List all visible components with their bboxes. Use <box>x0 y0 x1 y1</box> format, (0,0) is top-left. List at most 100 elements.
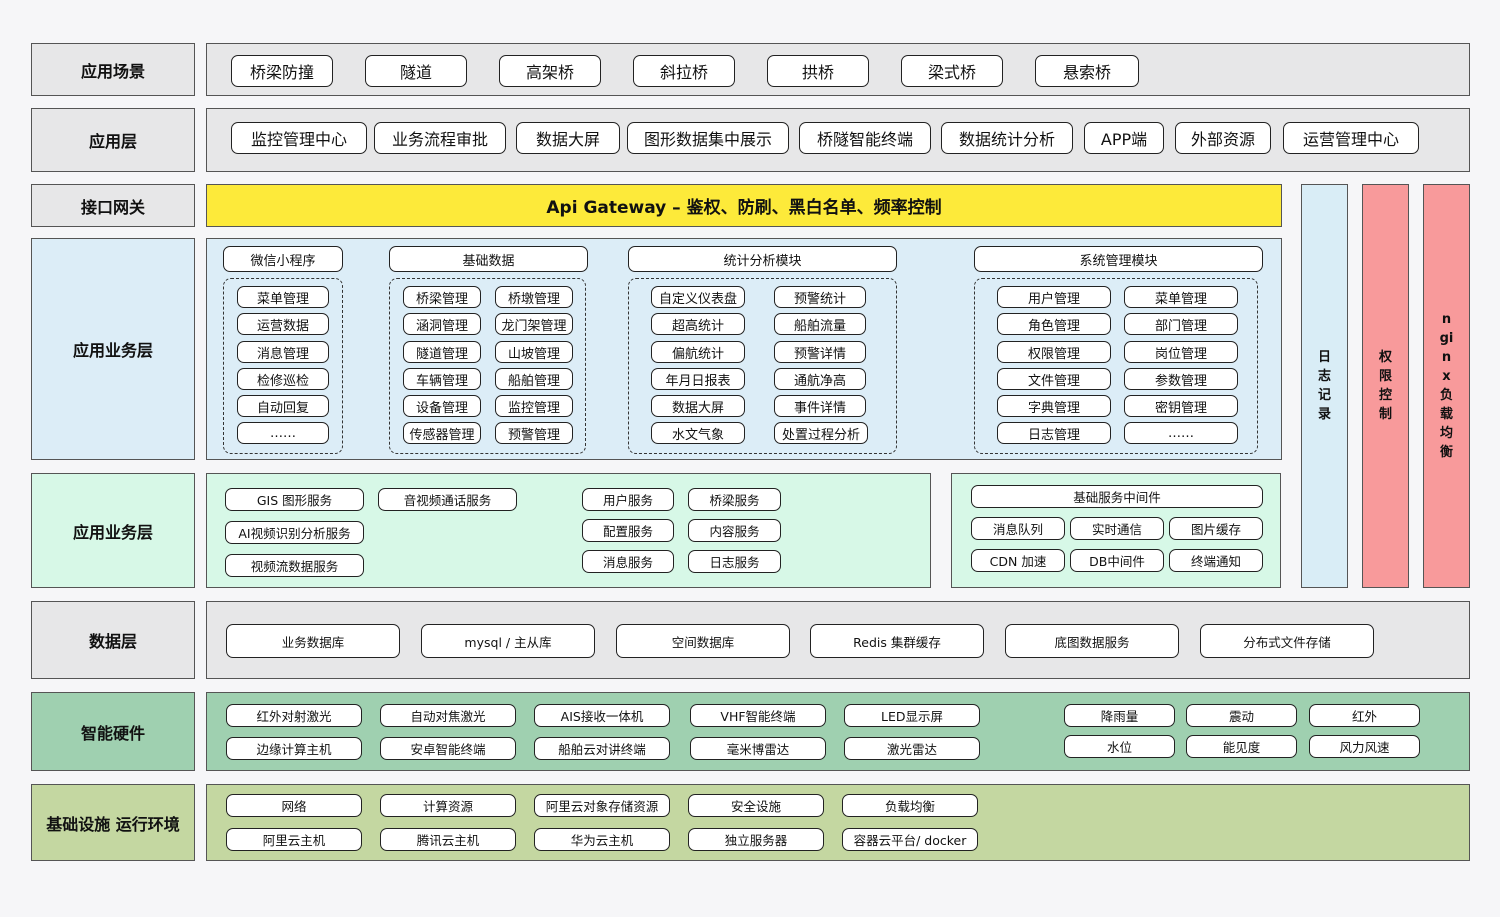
statistics-item: 预警详情 <box>774 341 866 363</box>
row-label-hardware: 智能硬件 <box>31 692 195 771</box>
statistics-item: 通航净高 <box>774 368 866 390</box>
data-item: 业务数据库 <box>226 624 400 658</box>
app-item: 运营管理中心 <box>1283 122 1419 154</box>
hardware-item: 震动 <box>1186 704 1297 727</box>
hardware-item: 水位 <box>1064 735 1175 758</box>
infra-item: 计算资源 <box>380 794 516 817</box>
hardware-item: 边缘计算主机 <box>226 737 362 760</box>
basic-data-item: 桥墩管理 <box>495 286 573 308</box>
basic-data-item: 涵洞管理 <box>403 313 481 335</box>
scenario-item: 隧道 <box>365 55 467 87</box>
infra-item: 独立服务器 <box>688 828 824 851</box>
hardware-item: 安卓智能终端 <box>380 737 516 760</box>
statistics-item: 超高统计 <box>651 313 745 335</box>
app-item: 监控管理中心 <box>231 122 367 154</box>
scenario-item: 梁式桥 <box>901 55 1003 87</box>
app-item: 图形数据集中展示 <box>627 122 789 154</box>
scenario-item: 悬索桥 <box>1035 55 1139 87</box>
hardware-item: 红外 <box>1309 704 1420 727</box>
basic-data-item: 隧道管理 <box>403 341 481 363</box>
app-item: 外部资源 <box>1175 122 1271 154</box>
service-item: 消息服务 <box>582 550 674 573</box>
system-item: 日志管理 <box>997 422 1111 444</box>
wechat-item: 检修巡检 <box>237 368 329 390</box>
hardware-item: AIS接收一体机 <box>534 704 670 727</box>
hardware-item: LED显示屏 <box>844 704 980 727</box>
row-label-data: 数据层 <box>31 601 195 679</box>
data-item: 底图数据服务 <box>1005 624 1179 658</box>
group-title-wechat: 微信小程序 <box>223 246 343 272</box>
infra-item: 阿里云主机 <box>226 828 362 851</box>
service-item: 用户服务 <box>582 488 674 511</box>
app-item: 数据统计分析 <box>941 122 1073 154</box>
side-nginx-label: nginx负载均衡 <box>1439 312 1454 460</box>
app-item: APP端 <box>1084 122 1164 154</box>
hardware-item: 毫米博雷达 <box>690 737 826 760</box>
statistics-item: 处置过程分析 <box>774 422 868 444</box>
hardware-item: 能见度 <box>1186 735 1297 758</box>
scenario-item: 桥梁防撞 <box>231 55 333 87</box>
middleware-item: 实时通信 <box>1070 517 1164 540</box>
middleware-item: 终端通知 <box>1169 549 1263 572</box>
system-item: 用户管理 <box>997 286 1111 308</box>
basic-data-item: 预警管理 <box>495 422 573 444</box>
system-item: 菜单管理 <box>1124 286 1238 308</box>
statistics-item: 年月日报表 <box>651 368 745 390</box>
gateway-banner: Api Gateway – 鉴权、防刷、黑白名单、频率控制 <box>206 184 1282 227</box>
basic-data-item: 龙门架管理 <box>495 313 573 335</box>
system-item: 角色管理 <box>997 313 1111 335</box>
hardware-item: VHF智能终端 <box>690 704 826 727</box>
group-title-statistics: 统计分析模块 <box>628 246 897 272</box>
hardware-item: 红外对射激光 <box>226 704 362 727</box>
hardware-item: 自动对焦激光 <box>380 704 516 727</box>
service-item: 桥梁服务 <box>688 488 781 511</box>
service-item: AI视频识别分析服务 <box>225 521 364 544</box>
scenario-item: 斜拉桥 <box>633 55 735 87</box>
data-item: 空间数据库 <box>616 624 790 658</box>
data-item: Redis 集群缓存 <box>810 624 984 658</box>
middleware-item: DB中间件 <box>1070 549 1164 572</box>
group-title-basic-data: 基础数据 <box>389 246 588 272</box>
wechat-item: 菜单管理 <box>237 286 329 308</box>
statistics-item: 偏航统计 <box>651 341 745 363</box>
app-item: 桥隧智能终端 <box>799 122 931 154</box>
basic-data-item: 传感器管理 <box>403 422 481 444</box>
basic-data-item: 山坡管理 <box>495 341 573 363</box>
statistics-item: 预警统计 <box>774 286 866 308</box>
row-label-app: 应用层 <box>31 108 195 172</box>
system-item: 字典管理 <box>997 395 1111 417</box>
middleware-item: 消息队列 <box>971 517 1065 540</box>
wechat-item: …… <box>237 422 329 444</box>
statistics-item: 自定义仪表盘 <box>651 286 745 308</box>
side-auth-label: 权限控制 <box>1378 350 1392 422</box>
wechat-item: 消息管理 <box>237 341 329 363</box>
middleware-item: 图片缓存 <box>1169 517 1263 540</box>
statistics-item: 水文气象 <box>651 422 745 444</box>
row-label-infra: 基础设施 运行环境 <box>31 784 195 861</box>
service-item: GIS 图形服务 <box>225 488 364 511</box>
middleware-item: CDN 加速 <box>971 549 1065 572</box>
system-item: 部门管理 <box>1124 313 1238 335</box>
row-label-gateway: 接口网关 <box>31 184 195 227</box>
infra-item: 安全设施 <box>688 794 824 817</box>
basic-data-item: 设备管理 <box>403 395 481 417</box>
basic-data-item: 监控管理 <box>495 395 573 417</box>
system-item: 参数管理 <box>1124 368 1238 390</box>
middleware-title: 基础服务中间件 <box>971 485 1263 508</box>
group-title-system: 系统管理模块 <box>974 246 1263 272</box>
app-item: 业务流程审批 <box>374 122 506 154</box>
data-item: mysql / 主从库 <box>421 624 595 658</box>
hardware-item: 激光雷达 <box>844 737 980 760</box>
row-label-business1: 应用业务层 <box>31 238 195 460</box>
statistics-item: 船舶流量 <box>774 313 866 335</box>
app-item: 数据大屏 <box>516 122 620 154</box>
infra-item: 华为云主机 <box>534 828 670 851</box>
infra-item: 阿里云对象存储资源 <box>534 794 670 817</box>
hardware-item: 船舶云对讲终端 <box>534 737 670 760</box>
wechat-item: 运营数据 <box>237 313 329 335</box>
service-item: 视频流数据服务 <box>225 554 364 577</box>
system-item: …… <box>1124 422 1238 444</box>
basic-data-item: 船舶管理 <box>495 368 573 390</box>
system-item: 文件管理 <box>997 368 1111 390</box>
statistics-item: 数据大屏 <box>651 395 745 417</box>
